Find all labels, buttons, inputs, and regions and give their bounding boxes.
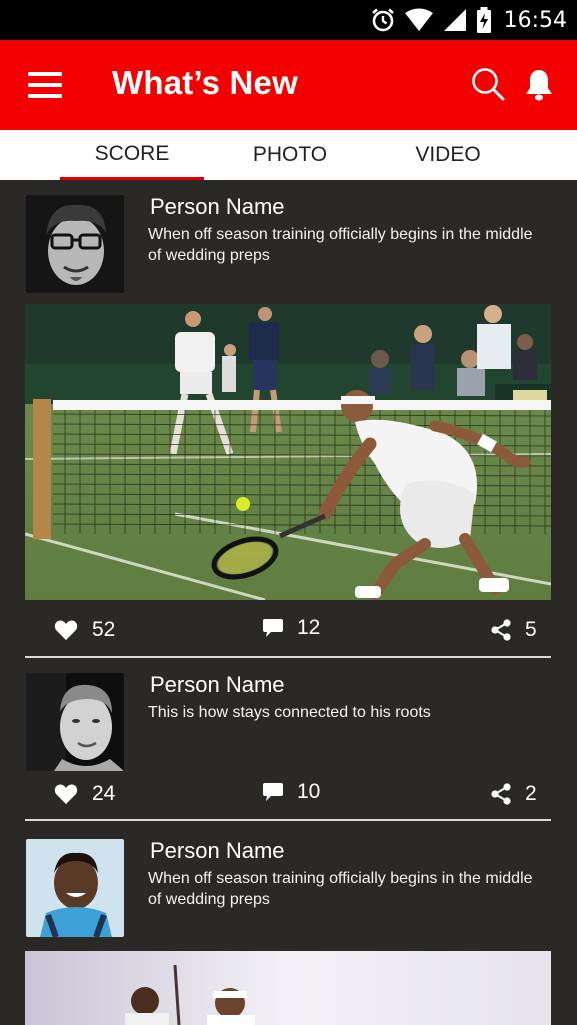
post-actions: 52 12 5 <box>0 616 577 652</box>
comment-button[interactable]: 10 <box>263 780 320 804</box>
battery-icon <box>476 7 491 33</box>
alarm-icon <box>371 8 394 32</box>
post-caption: This is how stays connected to his roots <box>148 704 431 721</box>
like-count: 24 <box>92 782 116 805</box>
share-icon <box>491 619 511 641</box>
avatar[interactable] <box>26 195 124 293</box>
post-divider <box>25 819 551 821</box>
tab-photo[interactable]: PHOTO <box>218 130 362 180</box>
post-caption: When off season training officially begi… <box>148 226 533 264</box>
cell-signal-icon <box>443 9 466 31</box>
comment-icon <box>263 619 283 637</box>
share-button[interactable]: 5 <box>491 618 537 642</box>
feed-post: Person Name When off season training off… <box>0 180 577 658</box>
status-bar: 16:54 <box>0 0 577 40</box>
avatar[interactable] <box>26 673 124 771</box>
share-count: 5 <box>525 618 537 641</box>
post-author-name[interactable]: Person Name <box>150 672 285 698</box>
post-author-name[interactable]: Person Name <box>150 838 285 864</box>
like-button[interactable]: 24 <box>54 782 115 806</box>
heart-icon <box>54 620 78 640</box>
search-icon[interactable] <box>470 66 506 102</box>
post-image[interactable] <box>25 304 551 600</box>
bell-icon[interactable] <box>524 68 554 102</box>
post-caption: When off season training officially begi… <box>148 870 533 908</box>
share-icon <box>491 783 511 805</box>
like-button[interactable]: 52 <box>54 618 115 642</box>
comment-count: 10 <box>297 780 321 803</box>
comment-count: 12 <box>297 616 321 639</box>
heart-icon <box>54 784 78 804</box>
comment-icon <box>263 783 283 801</box>
tab-score[interactable]: SCORE <box>60 130 204 180</box>
status-time: 16:54 <box>503 7 567 33</box>
tab-bar: SCORE PHOTO VIDEO <box>0 130 577 180</box>
avatar[interactable] <box>26 839 124 937</box>
share-count: 2 <box>525 782 537 805</box>
like-count: 52 <box>92 618 116 641</box>
wifi-icon <box>404 8 433 31</box>
post-author-name[interactable]: Person Name <box>150 194 285 220</box>
post-actions: 24 10 2 <box>0 780 577 816</box>
comment-button[interactable]: 12 <box>263 616 320 640</box>
tab-video[interactable]: VIDEO <box>376 130 520 180</box>
app-bar: What’s New <box>0 40 577 130</box>
page-title: What’s New <box>112 64 298 101</box>
feed-post: Person Name This is how stays connected … <box>0 658 577 822</box>
news-feed[interactable]: Person Name When off season training off… <box>0 180 577 1025</box>
share-button[interactable]: 2 <box>491 782 537 806</box>
hamburger-menu-icon[interactable] <box>28 72 62 98</box>
post-image[interactable] <box>25 951 551 1025</box>
feed-post: Person Name When off season training off… <box>0 824 577 1025</box>
